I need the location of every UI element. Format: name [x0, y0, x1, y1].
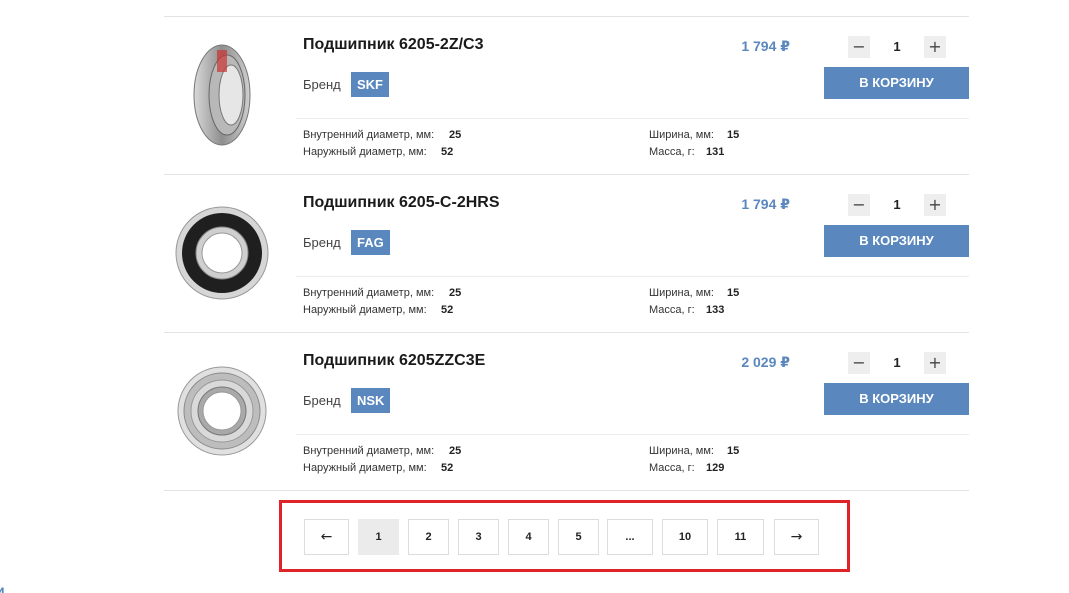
product-title[interactable]: Подшипник 6205-C-2HRS: [303, 194, 500, 212]
qty-minus-button[interactable]: −: [848, 194, 870, 216]
pagination-prev-button[interactable]: ←: [304, 519, 349, 555]
previous-item-cut: [164, 0, 969, 17]
add-to-cart-button[interactable]: В КОРЗИНУ: [824, 225, 969, 257]
qty-plus-button[interactable]: +: [924, 194, 946, 216]
pagination-page-5[interactable]: 5: [558, 519, 599, 555]
product-card: Подшипник 6205ZZC3E Бренд NSK 2 029 ₽ − …: [164, 333, 969, 491]
brand-badge[interactable]: SKF: [351, 72, 389, 97]
pagination-page-3[interactable]: 3: [458, 519, 499, 555]
brand-label: Бренд: [303, 235, 341, 250]
qty-minus-button[interactable]: −: [848, 352, 870, 374]
spec-outer-diameter: Наружный диаметр, мм: 52: [303, 462, 454, 474]
qty-value[interactable]: 1: [870, 36, 924, 58]
divider: [296, 276, 969, 277]
pagination-next-button[interactable]: →: [774, 519, 819, 555]
spec-width: Ширина, мм: 15: [649, 129, 740, 141]
pagination-page-4[interactable]: 4: [508, 519, 549, 555]
pagination-ellipsis[interactable]: ...: [607, 519, 653, 555]
quantity-stepper: − 1 +: [848, 352, 969, 374]
product-title[interactable]: Подшипник 6205-2Z/C3: [303, 36, 484, 54]
product-card: Подшипник 6205-2Z/C3 Бренд SKF 1 794 ₽ −…: [164, 17, 969, 175]
spec-inner-diameter: Внутренний диаметр, мм: 25: [303, 287, 462, 299]
spec-inner-diameter: Внутренний диаметр, мм: 25: [303, 129, 462, 141]
qty-value[interactable]: 1: [870, 194, 924, 216]
spec-mass: Масса, г: 131: [649, 146, 725, 158]
spec-outer-diameter: Наружный диаметр, мм: 52: [303, 146, 454, 158]
product-title[interactable]: Подшипник 6205ZZC3E: [303, 352, 485, 370]
cut-off-link[interactable]: и: [0, 582, 5, 593]
qty-plus-button[interactable]: +: [924, 36, 946, 58]
product-image-bearing-side[interactable]: [172, 35, 272, 155]
pagination-page-11[interactable]: 11: [717, 519, 764, 555]
product-image-bearing-shielded[interactable]: [172, 351, 272, 471]
add-to-cart-button[interactable]: В КОРЗИНУ: [824, 383, 969, 415]
spec-mass: Масса, г: 129: [649, 462, 725, 474]
qty-minus-button[interactable]: −: [848, 36, 870, 58]
product-image-bearing-sealed[interactable]: [172, 193, 272, 313]
spec-width: Ширина, мм: 15: [649, 445, 740, 457]
add-to-cart-button[interactable]: В КОРЗИНУ: [824, 67, 969, 99]
product-price: 1 794 ₽: [741, 196, 790, 212]
spec-inner-diameter: Внутренний диаметр, мм: 25: [303, 445, 462, 457]
qty-value[interactable]: 1: [870, 352, 924, 374]
divider: [296, 118, 969, 119]
brand-badge[interactable]: FAG: [351, 230, 390, 255]
quantity-stepper: − 1 +: [848, 194, 969, 216]
pagination-page-2[interactable]: 2: [408, 519, 449, 555]
brand-label: Бренд: [303, 393, 341, 408]
brand-label: Бренд: [303, 77, 341, 92]
divider: [296, 434, 969, 435]
spec-outer-diameter: Наружный диаметр, мм: 52: [303, 304, 454, 316]
qty-plus-button[interactable]: +: [924, 352, 946, 374]
spec-mass: Масса, г: 133: [649, 304, 725, 316]
product-card: Подшипник 6205-C-2HRS Бренд FAG 1 794 ₽ …: [164, 175, 969, 333]
product-price: 1 794 ₽: [741, 38, 790, 54]
brand-badge[interactable]: NSK: [351, 388, 391, 413]
pagination-page-10[interactable]: 10: [662, 519, 708, 555]
quantity-stepper: − 1 +: [848, 36, 969, 58]
product-price: 2 029 ₽: [741, 354, 790, 370]
pagination-page-1[interactable]: 1: [358, 519, 399, 555]
spec-width: Ширина, мм: 15: [649, 287, 740, 299]
